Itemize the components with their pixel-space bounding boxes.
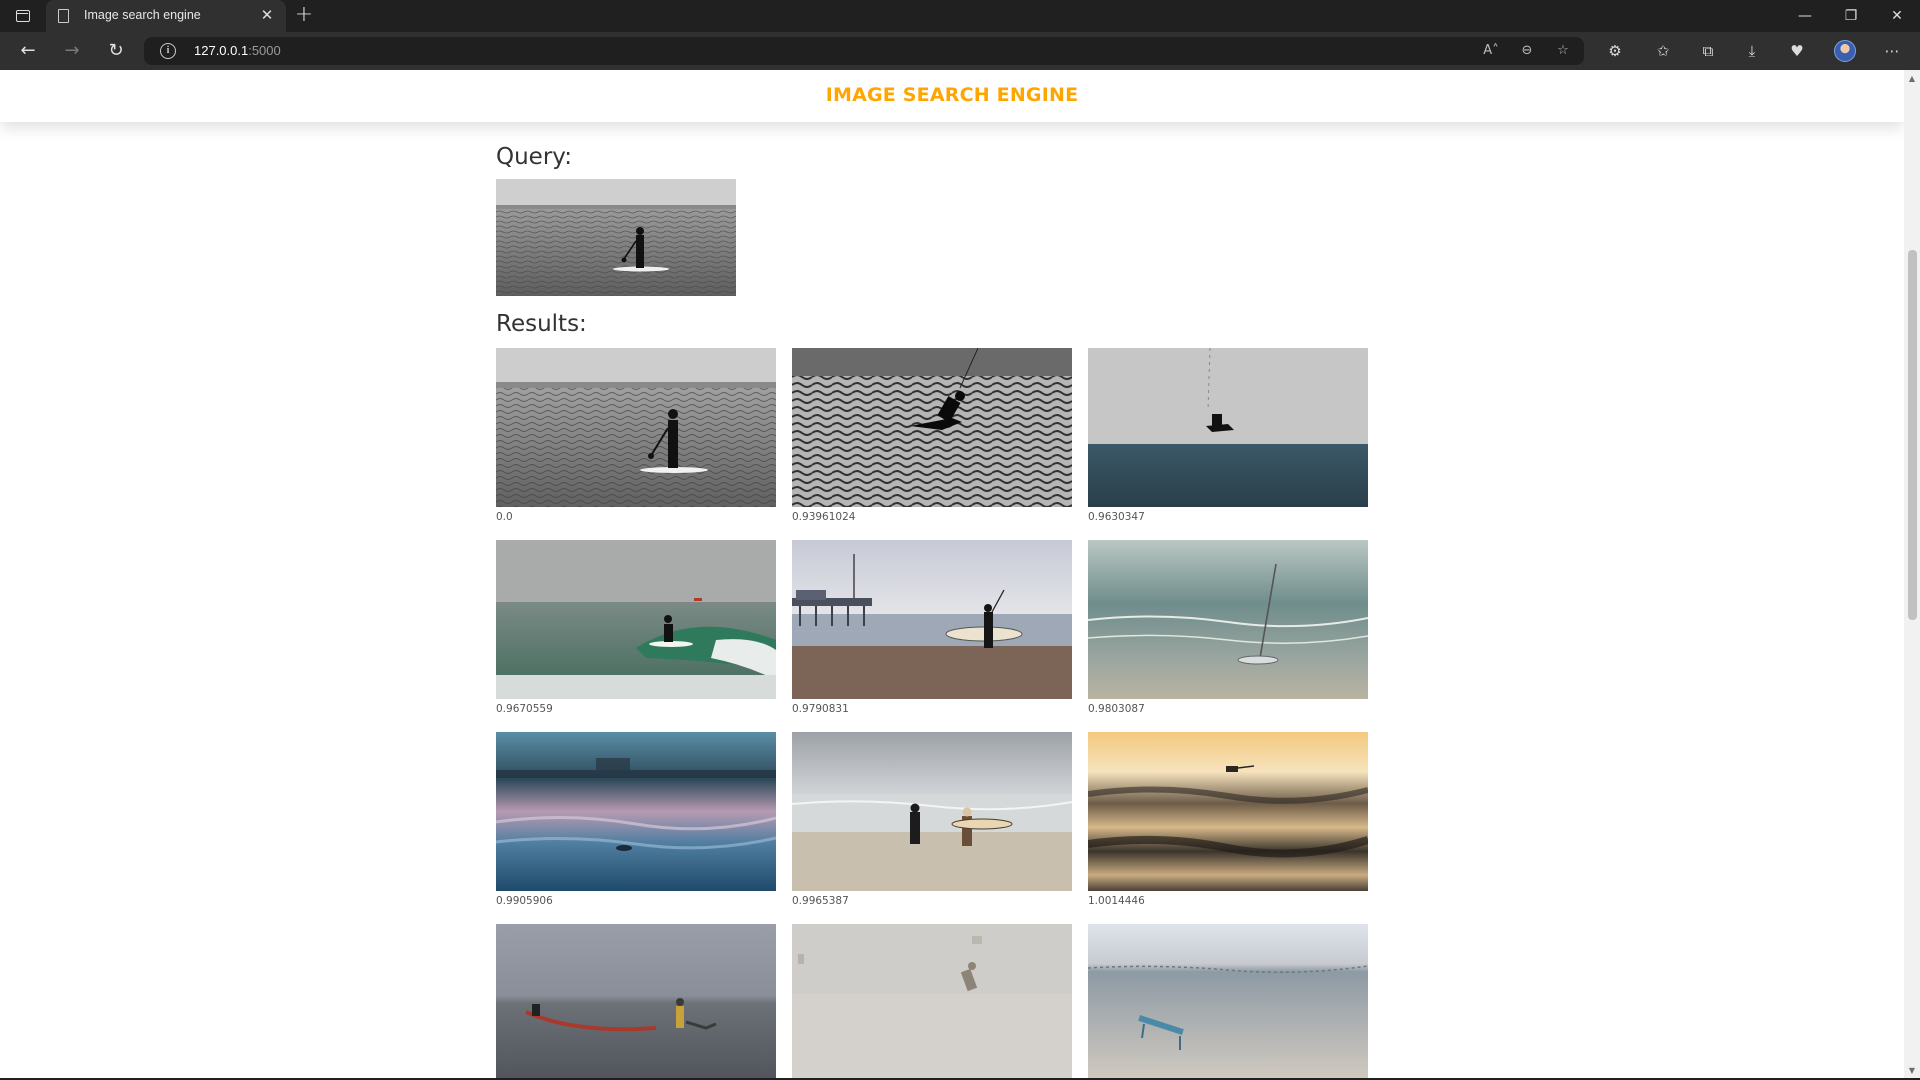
browser-tab[interactable]: Image search engine ✕ — [46, 0, 286, 32]
extensions-icon[interactable]: ⚙ — [1603, 40, 1627, 62]
new-tab-button[interactable]: + — [292, 4, 316, 28]
result-score-4: 0.9670559 — [496, 703, 553, 715]
result-image-4[interactable] — [496, 540, 776, 699]
results-heading: Results: — [496, 311, 587, 337]
result-score-9: 1.0014446 — [1088, 895, 1145, 907]
result-image-3[interactable] — [1088, 348, 1368, 507]
result-image-5[interactable] — [792, 540, 1072, 699]
settings-menu-icon[interactable]: ⋯ — [1880, 40, 1904, 62]
profile-avatar[interactable] — [1834, 40, 1856, 62]
result-image-7[interactable] — [496, 732, 776, 891]
page-viewport: IMAGE SEARCH ENGINE Query: Results: 0.0 … — [0, 70, 1904, 1078]
favorites-icon[interactable]: ✩ — [1651, 40, 1675, 62]
site-header: IMAGE SEARCH ENGINE — [0, 70, 1904, 122]
result-image-12[interactable] — [1088, 924, 1368, 1078]
result-score-1: 0.0 — [496, 511, 513, 523]
address-bar[interactable]: i 127.0.0.1:5000 A˄ ⊖ ☆ — [144, 37, 1584, 65]
scroll-down-arrow[interactable]: ▼ — [1904, 1064, 1920, 1078]
site-title: IMAGE SEARCH ENGINE — [825, 84, 1079, 106]
result-image-6[interactable] — [1088, 540, 1368, 699]
page-icon — [58, 9, 69, 23]
read-aloud-icon[interactable]: A˄ — [1480, 41, 1502, 61]
minimize-button[interactable]: — — [1790, 4, 1820, 28]
title-bar: Image search engine ✕ + — ❐ ✕ — [0, 0, 1920, 32]
browser-toolbar: ← → ↻ i 127.0.0.1:5000 A˄ ⊖ ☆ ⚙ ✩ ⧉ ⤓ ♥ … — [0, 32, 1920, 70]
result-score-8: 0.9965387 — [792, 895, 849, 907]
tab-title: Image search engine — [84, 8, 201, 22]
result-score-6: 0.9803087 — [1088, 703, 1145, 715]
collections-icon[interactable]: ⧉ — [1696, 40, 1720, 62]
query-image — [496, 179, 736, 296]
browser-essentials-icon[interactable]: ♥ — [1785, 40, 1809, 62]
result-image-1[interactable] — [496, 348, 776, 507]
restore-button[interactable]: ❐ — [1836, 4, 1866, 28]
result-score-7: 0.9905906 — [496, 895, 553, 907]
result-image-2[interactable] — [792, 348, 1072, 507]
result-image-8[interactable] — [792, 732, 1072, 891]
zoom-icon[interactable]: ⊖ — [1516, 41, 1538, 61]
result-score-2: 0.93961024 — [792, 511, 856, 523]
url-text[interactable]: 127.0.0.1:5000 — [194, 43, 281, 58]
result-score-5: 0.9790831 — [792, 703, 849, 715]
result-score-3: 0.9630347 — [1088, 511, 1145, 523]
add-favorite-icon[interactable]: ☆ — [1552, 41, 1574, 61]
downloads-icon[interactable]: ⤓ — [1740, 40, 1764, 62]
reload-button[interactable]: ↻ — [104, 39, 128, 63]
result-image-9[interactable] — [1088, 732, 1368, 891]
tab-actions-icon[interactable] — [12, 6, 34, 26]
scrollbar-thumb[interactable] — [1908, 250, 1917, 620]
tab-close-icon[interactable]: ✕ — [258, 6, 276, 24]
forward-button[interactable]: → — [60, 39, 84, 63]
close-window-button[interactable]: ✕ — [1882, 4, 1912, 28]
result-image-10[interactable] — [496, 924, 776, 1078]
scroll-up-arrow[interactable]: ▲ — [1904, 72, 1920, 86]
site-info-icon[interactable]: i — [160, 43, 176, 59]
query-heading: Query: — [496, 144, 572, 170]
back-button[interactable]: ← — [16, 39, 40, 63]
result-image-11[interactable] — [792, 924, 1072, 1078]
